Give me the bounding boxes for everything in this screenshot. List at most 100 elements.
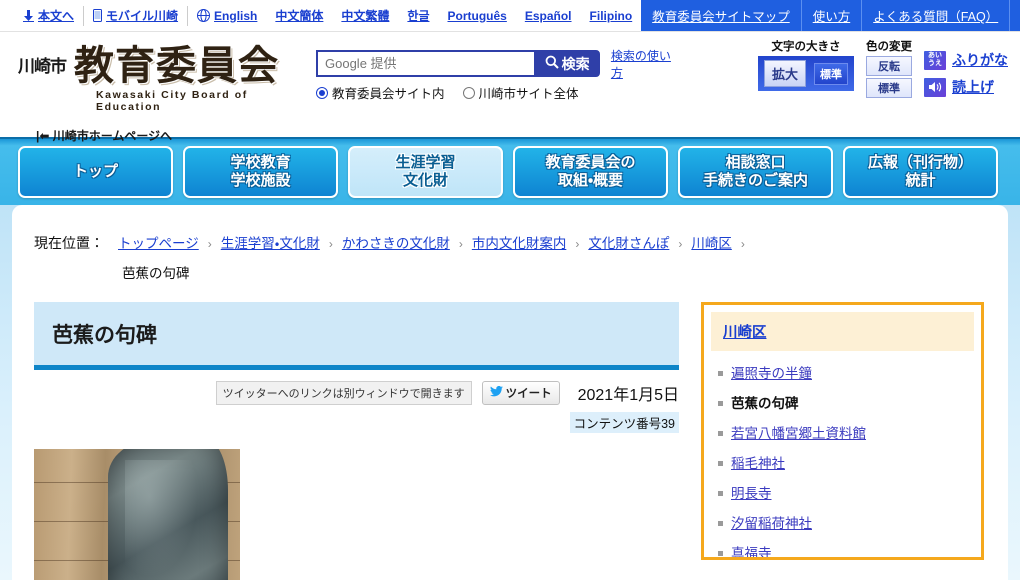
sidebar-item-wakamiya[interactable]: 若宮八幡宮郷土資料館 bbox=[731, 422, 866, 442]
bullet-icon bbox=[718, 551, 723, 556]
speaker-icon bbox=[924, 77, 946, 97]
lang-link-english[interactable]: English bbox=[188, 6, 266, 26]
bullet-icon bbox=[718, 431, 723, 436]
bullet-icon bbox=[718, 401, 723, 406]
list-item[interactable]: 汐留稲荷神社 bbox=[718, 507, 971, 537]
mobile-site-link[interactable]: モバイル川崎 bbox=[84, 5, 189, 26]
tweet-button[interactable]: ツイート bbox=[481, 381, 560, 405]
nav-tab-publications-line2: 統計 bbox=[905, 172, 936, 189]
nav-tab-board-overview-line2: 取組・概要 bbox=[557, 172, 624, 189]
mobile-icon bbox=[93, 9, 103, 22]
sitemap-link[interactable]: 教育委員会サイトマップ bbox=[641, 0, 801, 31]
text-size-standard-button[interactable]: 標準 bbox=[814, 62, 848, 85]
utility-bar-right: 教育委員会サイトマップ 使い方 よくある質問（FAQ） お問い合わせ bbox=[641, 0, 1020, 31]
accessibility-links: あい うえ ふりがな 読上げ bbox=[924, 38, 1008, 97]
lang-link-chinese-traditional[interactable]: 中文繁體 bbox=[332, 6, 398, 26]
sidebar-item-myochoji[interactable]: 明長寺 bbox=[731, 482, 772, 502]
logo-city-name: 川崎市 bbox=[18, 57, 67, 76]
breadcrumb-separator: › bbox=[207, 237, 212, 251]
search-scope-radios: 教育委員会サイト内 川崎市サイト全体 bbox=[316, 83, 676, 102]
site-logo[interactable]: 川崎市 教育委員会 Kawasaki City Board of Educati… bbox=[0, 32, 310, 144]
content-number: コンテンツ番号39 bbox=[569, 412, 679, 433]
skip-to-content-link[interactable]: 本文へ bbox=[14, 5, 85, 26]
breadcrumb-separator: › bbox=[458, 237, 463, 251]
content-panel: 現在位置： トップページ › 生涯学習・文化財 › かわさきの文化財 › 市内文… bbox=[12, 205, 1008, 580]
page-meta-right: 2021年1月5日 コンテンツ番号39 bbox=[569, 381, 679, 433]
search-scope-city-label: 川崎市サイト全体 bbox=[478, 87, 579, 101]
search-row: 検索 検索の使い方 bbox=[316, 49, 676, 80]
breadcrumb-item-city-guide[interactable]: 市内文化財案内 bbox=[472, 228, 567, 260]
utility-bar: 本文へ モバイル川崎 English 中文簡体 中文繁體 한글 Portuguê… bbox=[0, 0, 1020, 32]
twitter-note: ツイッターへのリンクは別ウィンドウで開きます bbox=[215, 381, 472, 405]
search-button-label: 検索 bbox=[561, 55, 590, 72]
bullet-icon bbox=[718, 371, 723, 376]
list-item[interactable]: 若宮八幡宮郷土資料館 bbox=[718, 417, 971, 447]
sidebar-item-shiodome-inari[interactable]: 汐留稲荷神社 bbox=[731, 512, 812, 532]
nav-tab-school-education-line2: 学校施設 bbox=[230, 172, 291, 189]
breadcrumb-item-sanpo[interactable]: 文化財さんぽ bbox=[588, 228, 669, 260]
city-homepage-link[interactable]: |⬅ 川崎市ホームページへ bbox=[36, 127, 310, 144]
text-size-title: 文字の大きさ bbox=[771, 41, 841, 53]
monument-photo bbox=[34, 449, 240, 580]
list-item: 芭蕉の句碑 bbox=[718, 387, 971, 417]
list-item[interactable]: 稲毛神社 bbox=[718, 447, 971, 477]
page-body: 現在位置： トップページ › 生涯学習・文化財 › かわさきの文化財 › 市内文… bbox=[0, 205, 1020, 580]
text-size-enlarge-button[interactable]: 拡大 bbox=[763, 60, 806, 87]
list-item[interactable]: 真福寺 bbox=[718, 537, 971, 557]
nav-tab-top[interactable]: トップ bbox=[18, 146, 173, 198]
text-size-buttons: 拡大 標準 bbox=[757, 56, 854, 91]
list-item[interactable]: 明長寺 bbox=[718, 477, 971, 507]
nav-tab-top-label: トップ bbox=[72, 163, 118, 180]
color-invert-button[interactable]: 反転 bbox=[866, 56, 912, 76]
sidebar-list: 遍照寺の半鐘 芭蕉の句碑 若宮八幡宮郷土資料館 稲毛神社 明長寺 汐留稲荷神社 … bbox=[714, 357, 971, 557]
page-title: 芭蕉の句碑 bbox=[52, 324, 157, 347]
lang-link-korean[interactable]: 한글 bbox=[398, 6, 438, 26]
lang-portuguese-label: Português bbox=[447, 8, 507, 23]
sidebar-box: 川崎区 遍照寺の半鐘 芭蕉の句碑 若宮八幡宮郷土資料館 稲毛神社 明長寺 汐留稲… bbox=[701, 302, 984, 560]
color-standard-button[interactable]: 標準 bbox=[866, 78, 912, 98]
nav-tab-board-overview[interactable]: 教育委員会の 取組・概要 bbox=[513, 146, 668, 198]
lang-link-filipino[interactable]: Filipino bbox=[581, 6, 642, 26]
search-area: 検索 検索の使い方 教育委員会サイト内 川崎市サイト全体 bbox=[316, 49, 676, 102]
lang-link-portuguese[interactable]: Português bbox=[439, 6, 516, 26]
lang-link-chinese-simplified[interactable]: 中文簡体 bbox=[266, 6, 332, 26]
sidebar-heading[interactable]: 川崎区 bbox=[711, 312, 974, 351]
search-scope-board-label: 教育委員会サイト内 bbox=[332, 87, 445, 101]
lang-link-spanish[interactable]: Español bbox=[516, 6, 581, 26]
faq-link[interactable]: よくある質問（FAQ） bbox=[861, 0, 1010, 31]
nav-tab-lifelong-learning-line2: 文化財 bbox=[402, 172, 448, 189]
search-input[interactable] bbox=[316, 50, 535, 77]
list-item[interactable]: 遍照寺の半鐘 bbox=[718, 357, 971, 387]
search-button[interactable]: 検索 bbox=[534, 50, 600, 77]
sidebar-item-inage-jinja[interactable]: 稲毛神社 bbox=[731, 452, 785, 472]
main-column: 芭蕉の句碑 ツイッターへのリンクは別ウィンドウで開きます ツイート 2021年1… bbox=[34, 302, 679, 580]
search-scope-option-city[interactable]: 川崎市サイト全体 bbox=[462, 83, 579, 102]
search-help-link[interactable]: 検索の使い方 bbox=[611, 47, 676, 81]
breadcrumb-item-cultural-assets[interactable]: かわさきの文化財 bbox=[342, 228, 450, 260]
logo-row: 川崎市 教育委員会 bbox=[18, 46, 310, 86]
lang-korean-label: 한글 bbox=[407, 9, 430, 23]
read-aloud-label: 読上げ bbox=[952, 79, 994, 95]
breadcrumb-item-kawasaki-ward[interactable]: 川崎区 bbox=[691, 228, 732, 260]
nav-tab-school-education[interactable]: 学校教育 学校施設 bbox=[183, 146, 338, 198]
breadcrumb-separator: › bbox=[678, 237, 683, 251]
page-date: 2021年1月5日 bbox=[577, 387, 679, 404]
read-aloud-link[interactable]: 読上げ bbox=[924, 77, 1008, 97]
howto-link[interactable]: 使い方 bbox=[800, 0, 862, 31]
sidebar-item-shinpukuji[interactable]: 真福寺 bbox=[731, 542, 772, 557]
contact-link[interactable]: お問い合わせ bbox=[1009, 0, 1020, 31]
lang-spanish-label: Español bbox=[524, 8, 572, 23]
radio-unselected-icon bbox=[462, 86, 475, 99]
sidebar-item-henjoji[interactable]: 遍照寺の半鐘 bbox=[731, 362, 812, 382]
text-size-group: 文字の大きさ 拡大 標準 bbox=[757, 38, 854, 91]
nav-tab-consultation[interactable]: 相談窓口 手続きのご案内 bbox=[678, 146, 833, 198]
utility-bar-left: 本文へ モバイル川崎 English 中文簡体 中文繁體 한글 Portuguê… bbox=[0, 0, 641, 31]
search-scope-option-board[interactable]: 教育委員会サイト内 bbox=[316, 83, 445, 102]
furigana-link[interactable]: あい うえ ふりがな bbox=[924, 50, 1008, 70]
breadcrumb-item-lifelong[interactable]: 生涯学習・文化財 bbox=[221, 228, 320, 260]
accessibility-controls: 文字の大きさ 拡大 標準 色の変更 反転 標準 あい うえ ふりがな 読上げ bbox=[757, 38, 1008, 98]
nav-tab-publications[interactable]: 広報（刊行物） 統計 bbox=[843, 146, 998, 198]
sitemap-label: 教育委員会サイトマップ bbox=[652, 10, 790, 24]
breadcrumb-item-top[interactable]: トップページ bbox=[118, 228, 199, 260]
nav-tab-lifelong-learning[interactable]: 生涯学習 文化財 bbox=[348, 146, 503, 198]
